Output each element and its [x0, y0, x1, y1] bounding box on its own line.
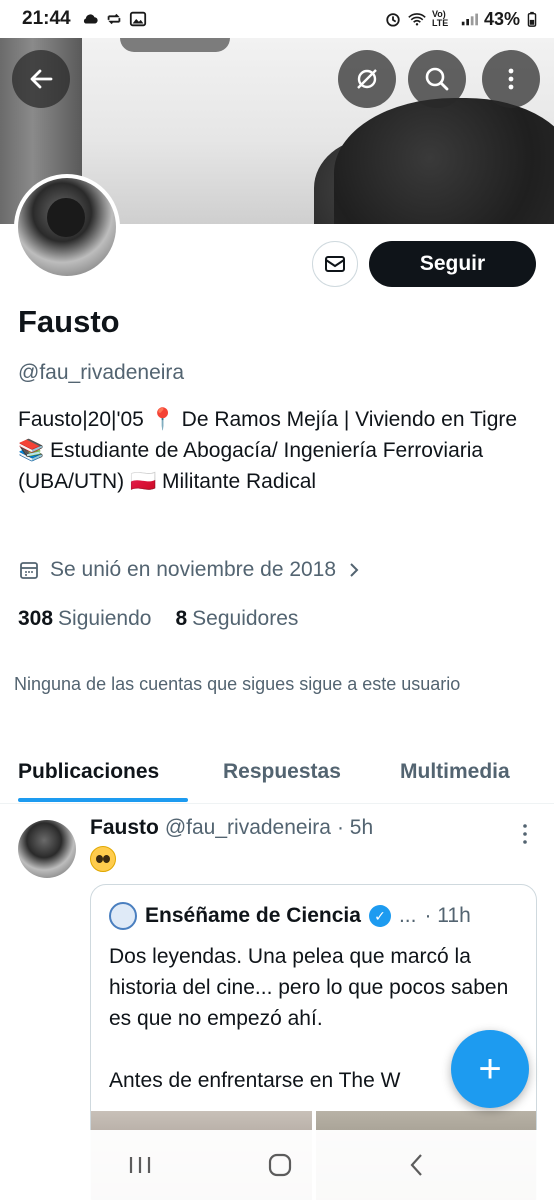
recent-apps-icon[interactable]	[127, 1154, 153, 1176]
grok-icon	[357, 69, 377, 89]
follow-button[interactable]: Seguir	[369, 241, 536, 287]
verified-badge-icon: ✓	[368, 905, 391, 927]
status-notification-icons	[81, 11, 147, 27]
tab-multimedia[interactable]: Multimedia	[400, 760, 510, 784]
profile-bio: Fausto|20|'05 📍 De Ramos Mejía | Viviend…	[18, 408, 518, 493]
followers-stat[interactable]: 8 Seguidores	[175, 607, 298, 631]
quoted-time: · 11h	[424, 904, 471, 927]
following-label: Siguiendo	[58, 607, 152, 630]
quoted-account-name: Enséñame de Ciencia	[145, 904, 361, 927]
search-button[interactable]	[408, 50, 466, 108]
mutual-followers-note: Ninguna de las cuentas que sigues sigue …	[14, 674, 461, 694]
signal-icon	[461, 13, 478, 26]
profile-avatar[interactable]	[14, 174, 120, 280]
network-label: Vo) LTE	[431, 9, 449, 28]
quoted-tweet-header: Enséñame de Ciencia ✓ ... · 11h	[109, 902, 471, 930]
tab-publicaciones[interactable]: Publicaciones	[18, 760, 159, 784]
profile-tabs: Publicaciones Respuestas Multimedia	[0, 744, 554, 804]
follow-stats: 308 Siguiendo 8 Seguidores	[18, 607, 298, 631]
compose-fab-button[interactable]: +	[451, 1030, 529, 1108]
back-nav-icon[interactable]	[407, 1152, 427, 1178]
followers-label: Seguidores	[192, 607, 299, 630]
banner-foliage-right	[334, 98, 554, 224]
grok-button[interactable]	[338, 50, 396, 108]
tweet-time: · 5h	[336, 816, 374, 839]
search-icon	[425, 67, 449, 91]
tweet-more-icon[interactable]	[520, 822, 530, 846]
status-bar: 21:44 Vo) LTE 43%	[0, 0, 554, 38]
alarm-icon	[386, 13, 400, 27]
profile-handle: @fau_rivadeneira	[18, 361, 185, 384]
following-count: 308	[18, 607, 54, 630]
mail-icon	[325, 256, 345, 272]
quoted-account-logo	[109, 902, 137, 930]
tab-respuestas[interactable]: Respuestas	[223, 760, 341, 784]
following-stat[interactable]: 308 Siguiendo	[18, 607, 151, 631]
more-options-button[interactable]	[482, 50, 540, 108]
plus-icon: +	[478, 1046, 502, 1091]
tweet-avatar[interactable]	[18, 820, 76, 878]
tweet-author-name[interactable]: Fausto	[90, 816, 159, 840]
tweet-author-handle[interactable]: @fau_rivadeneira	[165, 816, 331, 840]
message-button[interactable]	[312, 241, 358, 287]
android-navigation-bar	[0, 1130, 554, 1200]
cloud-icon	[83, 14, 98, 24]
quoted-ellipsis: ...	[398, 904, 417, 927]
calendar-icon	[20, 562, 38, 579]
home-icon[interactable]	[267, 1152, 293, 1178]
arrow-left-icon	[30, 69, 53, 89]
battery-percent: 43%	[483, 8, 520, 29]
profile-name: Fausto	[18, 304, 120, 339]
status-right: Vo) LTE 43%	[384, 9, 538, 30]
status-time: 21:44	[22, 8, 71, 29]
active-tab-indicator	[18, 798, 188, 802]
pleading-face-emoji: 🥺	[90, 846, 116, 872]
battery-icon	[527, 11, 537, 27]
image-icon	[129, 11, 146, 27]
wifi-icon	[408, 13, 426, 26]
back-button[interactable]	[12, 50, 70, 108]
chevron-right-icon	[350, 563, 359, 577]
joined-date-row[interactable]: Se unió en noviembre de 2018	[18, 558, 362, 582]
followers-count: 8	[175, 607, 188, 630]
tweet-header: Fausto @fau_rivadeneira · 5h	[90, 816, 373, 840]
joined-text: Se unió en noviembre de 2018	[50, 558, 337, 581]
avatar-image	[18, 178, 116, 276]
quoted-text-line1: Dos leyendas. Una pelea que marcó la his…	[109, 945, 509, 1030]
banner-branch	[120, 38, 230, 52]
more-vertical-icon	[508, 68, 514, 90]
repeat-icon	[107, 13, 120, 25]
